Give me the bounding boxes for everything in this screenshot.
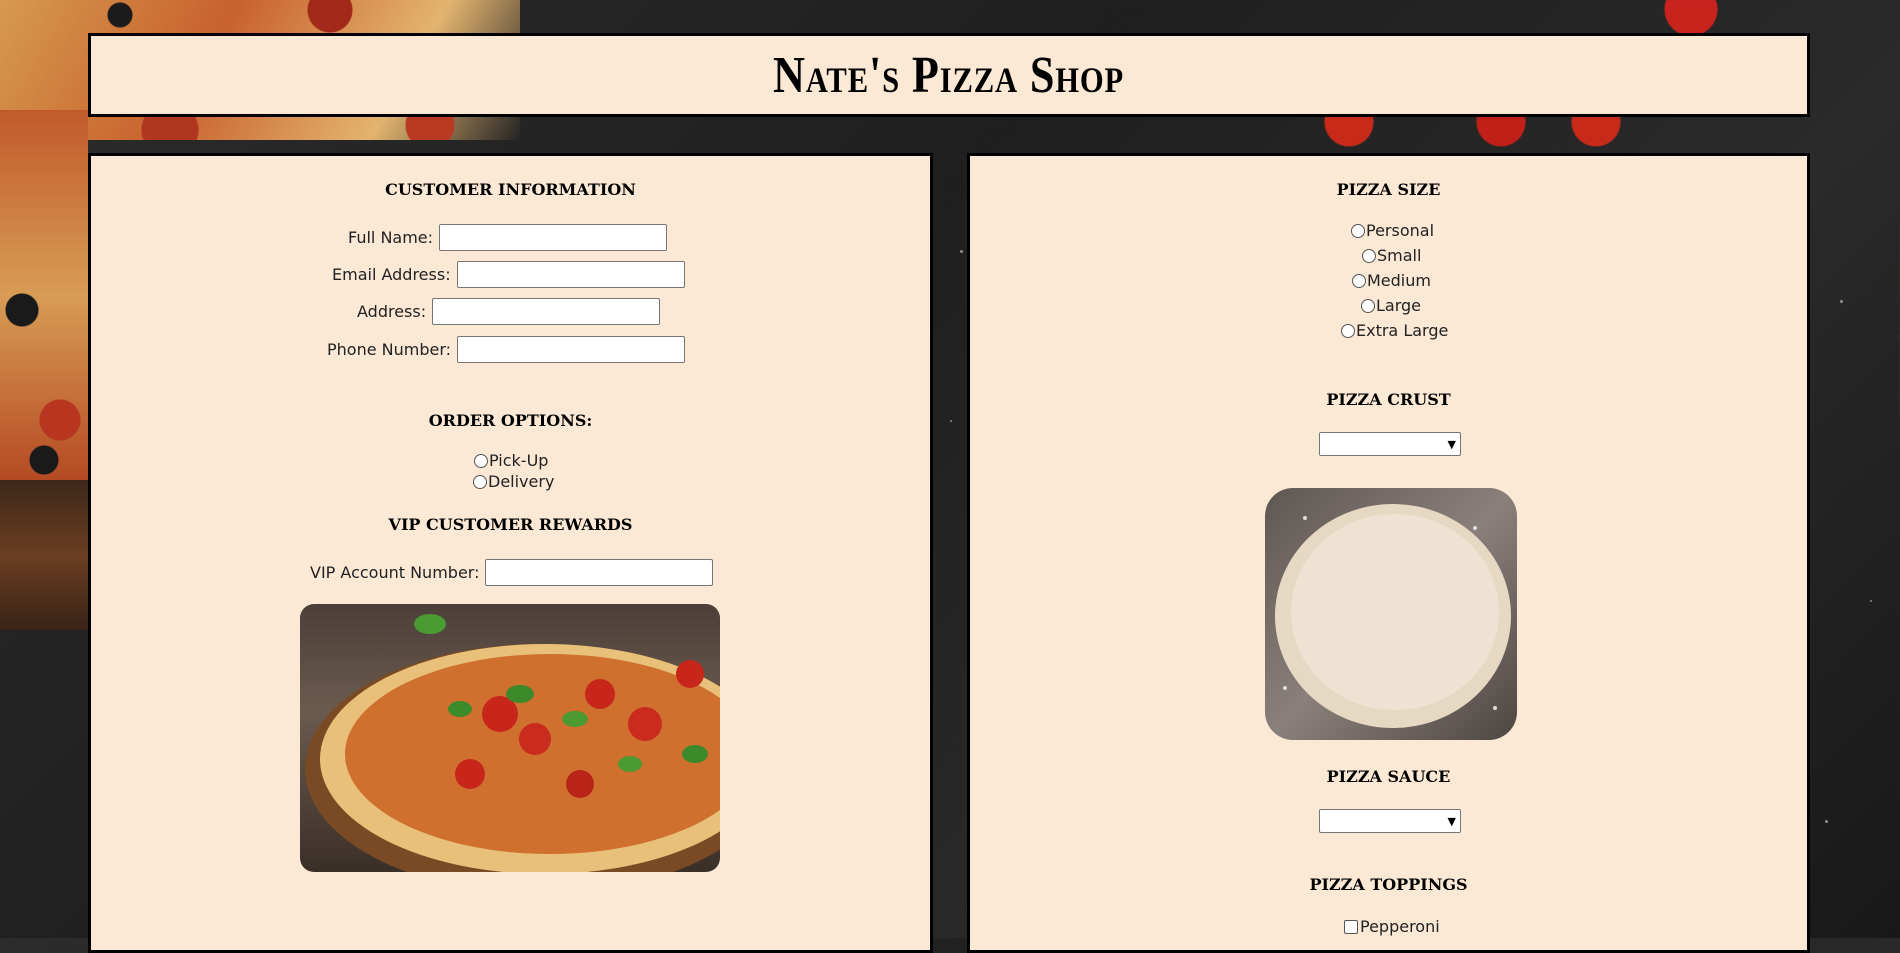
email-input[interactable] — [456, 261, 685, 288]
order-options-heading: Order Options: — [428, 411, 593, 430]
radio-icon[interactable] — [1341, 324, 1355, 338]
size-label-personal: Personal — [1366, 221, 1435, 240]
pizza-panel: Pizza Size Personal Small Medium Large E… — [967, 153, 1810, 953]
full-name-input[interactable] — [439, 224, 668, 251]
topping-option-pepperoni[interactable]: Pepperoni — [1344, 919, 1440, 935]
radio-icon[interactable] — [473, 475, 487, 489]
pizza-size-heading: Pizza Size — [1336, 180, 1441, 199]
size-label-extra-large: Extra Large — [1356, 321, 1449, 340]
background-pizza-edge — [0, 110, 88, 480]
address-input[interactable] — [432, 298, 661, 325]
pizza-crust-heading: Pizza Crust — [1326, 390, 1451, 409]
flour-speck — [950, 420, 952, 422]
vip-rewards-heading: VIP Customer Rewards — [388, 515, 633, 534]
pizza-photo — [300, 604, 720, 872]
full-name-label: Full Name: — [348, 228, 434, 247]
delivery-label: Delivery — [488, 472, 555, 491]
flour-speck — [960, 250, 963, 253]
chevron-down-icon: ▼ — [1447, 437, 1456, 451]
checkbox-icon[interactable] — [1344, 920, 1358, 934]
size-label-large: Large — [1376, 296, 1422, 315]
radio-icon[interactable] — [1361, 299, 1375, 313]
topping-label-pepperoni: Pepperoni — [1360, 917, 1440, 936]
size-option-large[interactable]: Large — [1361, 298, 1421, 314]
site-header: Nate's Pizza Shop — [88, 33, 1810, 117]
phone-input[interactable] — [457, 336, 686, 363]
address-row: Address: — [357, 298, 661, 325]
email-row: Email Address: — [332, 261, 685, 288]
customer-panel: Customer Information Full Name: Email Ad… — [88, 153, 933, 953]
site-title: Nate's Pizza Shop — [773, 46, 1125, 104]
pickup-option[interactable]: Pick-Up — [474, 453, 548, 469]
full-name-row: Full Name: — [348, 224, 668, 251]
sauce-select[interactable]: ▼ — [1319, 809, 1461, 833]
phone-row: Phone Number: — [327, 336, 686, 363]
address-label: Address: — [357, 302, 427, 321]
size-option-small[interactable]: Small — [1362, 248, 1421, 264]
pizza-sauce-heading: Pizza Sauce — [1326, 767, 1451, 786]
vip-account-input[interactable] — [485, 559, 714, 586]
background-board — [0, 480, 88, 630]
email-label: Email Address: — [332, 265, 451, 284]
flour-speck — [1840, 300, 1843, 303]
size-label-small: Small — [1377, 246, 1422, 265]
chevron-down-icon: ▼ — [1447, 814, 1456, 828]
size-option-medium[interactable]: Medium — [1352, 273, 1431, 289]
radio-icon[interactable] — [1351, 224, 1365, 238]
radio-icon[interactable] — [474, 454, 488, 468]
pizza-illustration — [305, 614, 720, 872]
dough-illustration — [1275, 504, 1511, 728]
vip-account-row: VIP Account Number: — [310, 559, 714, 586]
pickup-label: Pick-Up — [489, 451, 549, 470]
pizza-toppings-heading: Pizza Toppings — [1309, 875, 1468, 894]
pizza-dough-photo — [1265, 488, 1517, 740]
radio-icon[interactable] — [1362, 249, 1376, 263]
crust-select[interactable]: ▼ — [1319, 432, 1461, 456]
delivery-option[interactable]: Delivery — [473, 474, 554, 490]
radio-icon[interactable] — [1352, 274, 1366, 288]
size-label-medium: Medium — [1367, 271, 1431, 290]
size-option-extra-large[interactable]: Extra Large — [1341, 323, 1448, 339]
size-option-personal[interactable]: Personal — [1351, 223, 1434, 239]
vip-account-label: VIP Account Number: — [310, 563, 480, 582]
flour-speck — [1870, 600, 1872, 602]
customer-information-heading: Customer Information — [385, 180, 636, 199]
phone-label: Phone Number: — [327, 340, 452, 359]
flour-speck — [1825, 820, 1828, 823]
